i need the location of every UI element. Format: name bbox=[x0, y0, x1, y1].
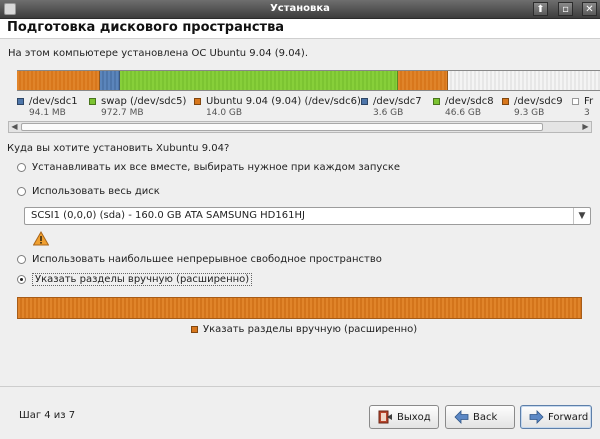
legend-swatch bbox=[194, 98, 201, 105]
radio-use-entire-disk[interactable] bbox=[17, 186, 26, 196]
page-title: Подготовка дискового пространства bbox=[7, 20, 285, 35]
install-target-question: Куда вы хотите установить Xubuntu 9.04? bbox=[7, 143, 230, 154]
legend-scrollbar[interactable]: ◀ ▶ bbox=[8, 121, 592, 133]
legend-name: /dev/sdc8 bbox=[445, 96, 494, 107]
result-legend: Указать разделы вручную (расширенно) bbox=[191, 323, 417, 335]
arrow-left-icon bbox=[454, 410, 469, 424]
legend-swatch bbox=[433, 98, 440, 105]
radio-manual[interactable] bbox=[17, 274, 26, 284]
legend-size: 3 bbox=[584, 108, 590, 118]
legend-name: /dev/sdc9 bbox=[514, 96, 563, 107]
disk-select-value: SCSI1 (0,0,0) (sda) - 160.0 GB ATA SAMSU… bbox=[31, 210, 305, 221]
option-largest-free[interactable]: Использовать наибольшее непрерывное своб… bbox=[17, 252, 382, 266]
legend-size: 972.7 MB bbox=[101, 108, 144, 118]
quit-label: Выход bbox=[397, 411, 431, 423]
legend-name: /dev/sdc1 bbox=[29, 96, 78, 107]
close-button[interactable]: ✕ bbox=[582, 2, 597, 16]
window-titlebar: Установка ⬆ ▫ ✕ bbox=[0, 0, 600, 19]
partition-segment bbox=[447, 71, 600, 90]
result-partition-bar bbox=[17, 297, 582, 319]
legend-name: /dev/sdc7 bbox=[373, 96, 422, 107]
step-indicator: Шаг 4 из 7 bbox=[19, 410, 76, 421]
legend-swatch bbox=[572, 98, 579, 105]
partition-segment bbox=[398, 71, 448, 90]
chevron-down-icon[interactable]: ▼ bbox=[573, 208, 590, 224]
radio-largest-free[interactable] bbox=[17, 254, 26, 264]
option-label: Устанавливать их все вместе, выбирать ну… bbox=[32, 161, 401, 173]
option-label: Использовать наибольшее непрерывное своб… bbox=[32, 253, 382, 265]
warning-icon bbox=[33, 231, 49, 246]
option-side-by-side[interactable]: Устанавливать их все вместе, выбирать ну… bbox=[17, 160, 400, 174]
legend-name: swap (/dev/sdc5) bbox=[101, 96, 187, 107]
installed-os-info: На этом компьютере установлена ОС Ubuntu… bbox=[8, 48, 308, 59]
window-title: Установка bbox=[270, 3, 330, 14]
back-button[interactable]: Back bbox=[445, 405, 515, 429]
legend-size: 14.0 GB bbox=[206, 108, 243, 118]
partition-segment bbox=[17, 71, 100, 90]
radio-side-by-side[interactable] bbox=[17, 162, 26, 172]
back-label: Back bbox=[473, 411, 498, 423]
partition-segment bbox=[99, 71, 120, 90]
legend-swatch bbox=[361, 98, 368, 105]
partition-bar bbox=[17, 70, 600, 91]
legend-size: 3.6 GB bbox=[373, 108, 404, 118]
legend-size: 46.6 GB bbox=[445, 108, 482, 118]
legend-swatch bbox=[191, 325, 198, 333]
option-manual[interactable]: Указать разделы вручную (расширенно) bbox=[17, 272, 253, 286]
maximize-button[interactable]: ▫ bbox=[558, 2, 573, 16]
disk-select[interactable]: SCSI1 (0,0,0) (sda) - 160.0 GB ATA SAMSU… bbox=[24, 207, 591, 225]
result-legend-label: Указать разделы вручную (расширенно) bbox=[203, 323, 418, 335]
legend-swatch bbox=[17, 98, 24, 105]
forward-button[interactable]: Forward bbox=[520, 405, 592, 429]
arrow-right-icon bbox=[529, 410, 544, 424]
scroll-right-icon[interactable]: ▶ bbox=[580, 122, 591, 132]
option-label: Использовать весь диск bbox=[32, 185, 160, 197]
quit-button[interactable]: Выход bbox=[369, 405, 439, 429]
option-use-entire-disk[interactable]: Использовать весь диск bbox=[17, 184, 160, 198]
legend-size: 94.1 MB bbox=[29, 108, 66, 118]
legend-size: 9.3 GB bbox=[514, 108, 545, 118]
pin-button[interactable]: ⬆ bbox=[533, 2, 548, 16]
option-label: Указать разделы вручную (расширенно) bbox=[32, 272, 253, 286]
legend-swatch bbox=[89, 98, 96, 105]
scroll-left-icon[interactable]: ◀ bbox=[9, 122, 20, 132]
legend-name: Fr bbox=[584, 96, 594, 107]
scrollbar-thumb[interactable] bbox=[21, 123, 543, 131]
page-header: Подготовка дискового пространства bbox=[0, 19, 600, 39]
partition-segment bbox=[119, 71, 399, 90]
partition-legend: /dev/sdc1 94.1 MB swap (/dev/sdc5) 972.7… bbox=[17, 96, 600, 122]
legend-swatch bbox=[502, 98, 509, 105]
legend-name: Ubuntu 9.04 (9.04) (/dev/sdc6) bbox=[206, 96, 361, 107]
exit-door-icon bbox=[378, 410, 392, 424]
footer-separator bbox=[0, 386, 600, 387]
forward-label: Forward bbox=[548, 411, 589, 423]
